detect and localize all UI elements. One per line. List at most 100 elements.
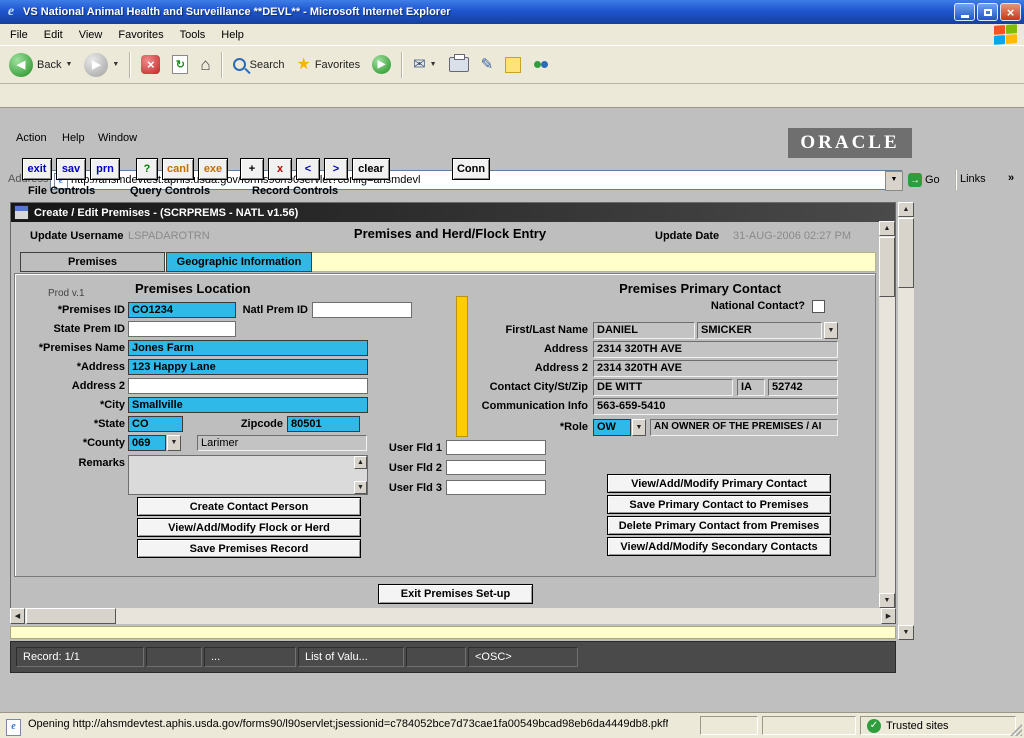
- inner-scroll-up-icon[interactable]: ▲: [879, 221, 895, 236]
- natl-prem-id-field[interactable]: [312, 302, 412, 318]
- contact-last-name-field[interactable]: SMICKER: [697, 322, 822, 339]
- close-button[interactable]: ×: [1000, 3, 1021, 21]
- notes-button[interactable]: [500, 54, 526, 76]
- maximize-button[interactable]: [977, 3, 998, 21]
- links-label[interactable]: Links: [960, 173, 986, 185]
- address-separator: [955, 170, 957, 190]
- remarks-scroll-up-icon[interactable]: ▲: [354, 456, 367, 469]
- applet-scroll-thumb[interactable]: [898, 218, 914, 288]
- exit-button[interactable]: exit: [22, 158, 52, 180]
- user-fld1-field[interactable]: [446, 440, 546, 455]
- inner-scroll-thumb[interactable]: [879, 237, 895, 297]
- media-button[interactable]: ▶: [367, 52, 396, 77]
- save-premises-record-button[interactable]: Save Premises Record: [137, 539, 361, 558]
- city-label: *City: [18, 399, 125, 411]
- view-add-modify-primary-contact-button[interactable]: View/Add/Modify Primary Contact: [607, 474, 831, 493]
- premises-address2-field[interactable]: [128, 378, 368, 394]
- form-window-titlebar[interactable]: Create / Edit Premises - (SCRPREMS - NAT…: [11, 203, 895, 222]
- home-button[interactable]: ⌂: [195, 52, 215, 78]
- forward-dropdown-icon[interactable]: ▼: [112, 61, 119, 68]
- contact-address2-field[interactable]: 2314 320TH AVE: [593, 360, 838, 377]
- tab-geographic-information[interactable]: Geographic Information: [166, 252, 312, 272]
- role-dropdown-icon[interactable]: ▼: [632, 419, 646, 436]
- back-button[interactable]: ◀ Back ▼: [4, 50, 77, 80]
- premises-name-field[interactable]: Jones Farm: [128, 340, 368, 356]
- query-help-button[interactable]: ?: [136, 158, 158, 180]
- contact-state-field[interactable]: IA: [737, 379, 765, 396]
- state-field[interactable]: CO: [128, 416, 183, 432]
- print-button[interactable]: [444, 54, 474, 75]
- go-button[interactable]: → Go: [908, 171, 948, 189]
- conn-button[interactable]: Conn: [452, 158, 490, 180]
- contact-name-dropdown-icon[interactable]: ▼: [824, 322, 838, 339]
- state-prem-id-field[interactable]: [128, 321, 236, 337]
- forms-menu-help[interactable]: Help: [62, 132, 85, 144]
- zipcode-field[interactable]: 80501: [287, 416, 360, 432]
- refresh-button[interactable]: ↻: [167, 52, 193, 77]
- back-dropdown-icon[interactable]: ▼: [65, 61, 72, 68]
- forms-menu-action[interactable]: Action: [16, 132, 47, 144]
- forward-button[interactable]: ▶ ▼: [79, 50, 124, 80]
- clear-record-button[interactable]: clear: [352, 158, 390, 180]
- print-form-button[interactable]: prn: [90, 158, 120, 180]
- user-fld3-field[interactable]: [446, 480, 546, 495]
- premises-address2-label: Address 2: [18, 380, 125, 392]
- menu-view[interactable]: View: [71, 26, 111, 44]
- remarks-scroll-down-icon[interactable]: ▼: [354, 481, 367, 494]
- view-add-modify-secondary-contacts-button[interactable]: View/Add/Modify Secondary Contacts: [607, 537, 831, 556]
- resize-grip[interactable]: [1010, 724, 1022, 736]
- remarks-field[interactable]: [128, 455, 368, 495]
- refresh-icon: ↻: [172, 55, 188, 74]
- delete-record-button[interactable]: x: [268, 158, 292, 180]
- save-primary-contact-button[interactable]: Save Primary Contact to Premises: [607, 495, 831, 514]
- menu-favorites[interactable]: Favorites: [110, 26, 171, 44]
- premises-id-field[interactable]: CO1234: [128, 302, 236, 318]
- address-dropdown-icon[interactable]: ▼: [885, 171, 903, 191]
- contact-address-field[interactable]: 2314 320TH AVE: [593, 341, 838, 358]
- menu-edit[interactable]: Edit: [36, 26, 71, 44]
- menu-tools[interactable]: Tools: [172, 26, 214, 44]
- contact-city-field[interactable]: DE WITT: [593, 379, 733, 396]
- mail-dropdown-icon[interactable]: ▼: [430, 61, 437, 68]
- contact-first-name-field[interactable]: DANIEL: [593, 322, 695, 339]
- national-contact-checkbox[interactable]: [812, 300, 825, 313]
- contact-zip-field[interactable]: 52742: [768, 379, 838, 396]
- city-field[interactable]: Smallville: [128, 397, 368, 413]
- previous-record-button[interactable]: <: [296, 158, 320, 180]
- stop-button[interactable]: ×: [136, 52, 165, 77]
- inner-horizontal-scrollbar[interactable]: [10, 608, 896, 624]
- delete-primary-contact-button[interactable]: Delete Primary Contact from Premises: [607, 516, 831, 535]
- menu-help[interactable]: Help: [213, 26, 252, 44]
- menu-file[interactable]: File: [2, 26, 36, 44]
- applet-scroll-down-icon[interactable]: ▼: [898, 625, 914, 640]
- create-contact-person-button[interactable]: Create Contact Person: [137, 497, 361, 516]
- next-record-button[interactable]: >: [324, 158, 348, 180]
- role-code-field[interactable]: OW: [593, 419, 631, 436]
- county-code-field[interactable]: 069: [128, 435, 166, 451]
- edit-button[interactable]: ✎: [476, 54, 499, 75]
- user-fld2-field[interactable]: [446, 460, 546, 475]
- view-add-modify-flock-button[interactable]: View/Add/Modify Flock or Herd: [137, 518, 361, 537]
- inner-scroll-left-icon[interactable]: ◀: [10, 608, 25, 624]
- inner-hscroll-thumb[interactable]: [26, 608, 116, 624]
- favorites-button[interactable]: ★ Favorites: [291, 54, 365, 76]
- window-titlebar[interactable]: e VS National Animal Health and Surveill…: [0, 0, 1024, 24]
- tab-premises[interactable]: Premises: [20, 252, 165, 272]
- execute-query-button[interactable]: exe: [198, 158, 228, 180]
- cancel-query-button[interactable]: canl: [162, 158, 194, 180]
- save-button[interactable]: sav: [56, 158, 86, 180]
- inner-scroll-down-icon[interactable]: ▼: [879, 593, 895, 608]
- applet-scroll-up-icon[interactable]: ▲: [898, 202, 914, 217]
- search-button[interactable]: Search: [228, 55, 290, 74]
- county-dropdown-icon[interactable]: ▼: [167, 435, 181, 451]
- add-record-button[interactable]: +: [240, 158, 264, 180]
- forms-menu-window[interactable]: Window: [98, 132, 137, 144]
- exit-premises-setup-button[interactable]: Exit Premises Set-up: [378, 584, 533, 604]
- mail-button[interactable]: ✉ ▼: [408, 54, 442, 75]
- premises-address-field[interactable]: 123 Happy Lane: [128, 359, 368, 375]
- links-chevron-icon[interactable]: »: [1008, 172, 1014, 184]
- minimize-button[interactable]: [954, 3, 975, 21]
- inner-scroll-right-icon[interactable]: ▶: [881, 608, 896, 624]
- messenger-button[interactable]: [528, 55, 554, 75]
- communication-info-field[interactable]: 563-659-5410: [593, 398, 838, 415]
